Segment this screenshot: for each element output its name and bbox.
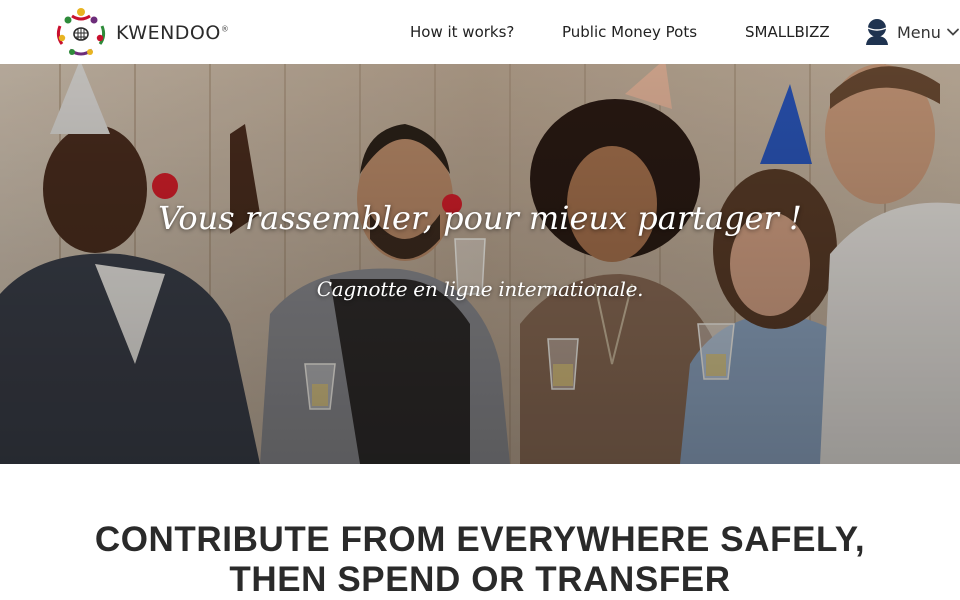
nav-public-money-pots[interactable]: Public Money Pots — [562, 0, 697, 64]
site-header: KWENDOO® How it works? Public Money Pots… — [0, 0, 960, 64]
chevron-down-icon — [947, 28, 959, 36]
hero-banner: Vous rassembler, pour mieux partager ! C… — [0, 64, 960, 464]
nav-smallbizz[interactable]: SMALLBIZZ — [745, 0, 830, 64]
hero-subtitle: Cagnotte en ligne internationale. — [316, 277, 644, 301]
kwendoo-logo-icon — [56, 8, 106, 56]
user-avatar-icon — [866, 19, 888, 45]
logo-wordmark: KWENDOO® — [116, 22, 230, 44]
main-headline: CONTRIBUTE FROM EVERYWHERE SAFELY, THEN … — [94, 520, 866, 599]
nav-how-it-works[interactable]: How it works? — [410, 0, 514, 64]
menu-label: Menu — [897, 22, 941, 42]
hero-photo — [0, 64, 960, 464]
hero-title: Vous rassembler, pour mieux partager ! — [158, 199, 802, 237]
menu-toggle[interactable]: Menu — [864, 0, 960, 64]
kwendoo-logo[interactable]: KWENDOO® — [50, 2, 229, 62]
